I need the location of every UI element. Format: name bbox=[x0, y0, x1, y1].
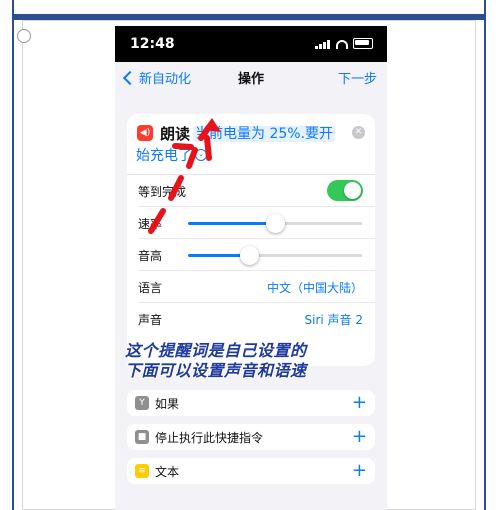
phone-screen: 12:48 新自动化 操作 下一步 ◀) 朗读 当前电量为 25%.要开 始充电… bbox=[115, 26, 387, 510]
red-arrow-annotation bbox=[148, 118, 221, 234]
page-corner-mark bbox=[17, 29, 31, 43]
